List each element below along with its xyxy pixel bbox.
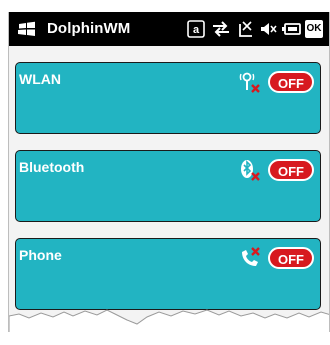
ok-button[interactable]: OK — [305, 20, 323, 38]
wlan-panel[interactable]: WLAN OFF — [15, 62, 321, 134]
windows-start-icon[interactable] — [17, 21, 37, 37]
device-screen: DolphinWM a OK WLAN OFF Bluetooth OFF Ph… — [8, 12, 330, 332]
wlan-off-icon — [239, 72, 260, 93]
bluetooth-panel[interactable]: Bluetooth OFF — [15, 150, 321, 222]
svg-text:a: a — [193, 24, 200, 36]
wlan-toggle-button[interactable]: OFF — [268, 71, 314, 93]
phone-label: Phone — [19, 247, 62, 263]
bluetooth-toggle-button[interactable]: OFF — [268, 159, 314, 181]
connectivity-arrows-icon[interactable] — [211, 20, 231, 38]
app-title: DolphinWM — [47, 20, 131, 37]
keyboard-a-icon[interactable]: a — [187, 20, 205, 38]
speaker-muted-icon[interactable] — [259, 20, 277, 38]
bluetooth-label: Bluetooth — [19, 159, 85, 175]
torn-edge-decoration — [9, 309, 329, 332]
phone-panel[interactable]: Phone OFF — [15, 238, 321, 310]
signal-off-icon[interactable] — [237, 20, 255, 38]
battery-icon[interactable] — [281, 20, 301, 38]
bluetooth-off-icon — [241, 160, 260, 181]
wlan-label: WLAN — [19, 71, 61, 87]
phone-toggle-button[interactable]: OFF — [268, 247, 314, 269]
title-bar: DolphinWM a OK — [9, 12, 329, 46]
phone-off-icon — [242, 247, 260, 266]
